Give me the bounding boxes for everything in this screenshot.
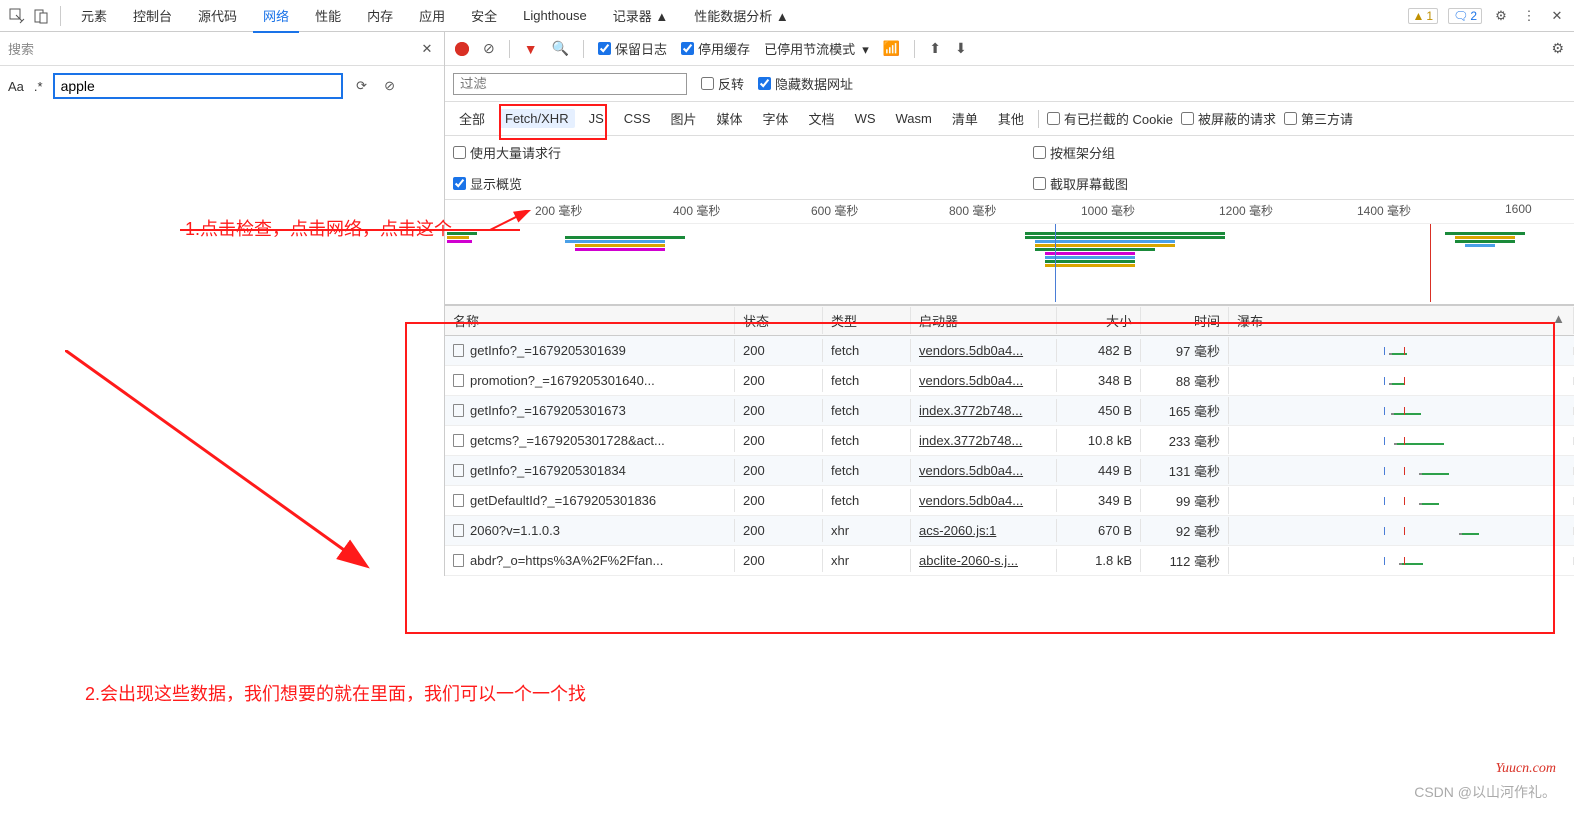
more-icon[interactable]: ⋮ bbox=[1520, 7, 1538, 25]
type-media[interactable]: 媒体 bbox=[711, 107, 749, 130]
capture-screenshots-checkbox[interactable]: 截取屏幕截图 bbox=[1033, 174, 1128, 193]
table-row[interactable]: abdr?_o=https%3A%2F%2Ffan...200xhrabclit… bbox=[445, 546, 1574, 576]
tab-application[interactable]: 应用 bbox=[409, 0, 455, 31]
network-panel: ⊘ ▼ 🔍 保留日志 停用缓存 已停用节流模式 ▾ 📶 ⬆ ⬇ ⚙ 反转 隐藏数… bbox=[445, 32, 1574, 576]
throttle-select[interactable]: 已停用节流模式 ▾ bbox=[764, 39, 869, 58]
close-icon[interactable]: ✕ bbox=[1548, 7, 1566, 25]
file-icon bbox=[453, 434, 464, 447]
import-icon[interactable]: ⬆ bbox=[929, 40, 941, 57]
settings-icon[interactable]: ⚙ bbox=[1492, 7, 1510, 25]
type-all[interactable]: 全部 bbox=[453, 107, 491, 130]
refresh-search-icon[interactable]: ⟳ bbox=[353, 77, 371, 95]
col-type[interactable]: 类型 bbox=[823, 307, 911, 334]
clear-icon[interactable]: ⊘ bbox=[483, 40, 495, 57]
watermark-yuucn: Yuucn.com bbox=[1495, 761, 1556, 777]
type-wasm[interactable]: Wasm bbox=[890, 109, 938, 128]
clear-search-icon[interactable]: ⊘ bbox=[381, 77, 399, 95]
col-size[interactable]: 大小 bbox=[1057, 307, 1141, 334]
search-icon[interactable]: 🔍 bbox=[552, 40, 569, 57]
table-header: 名称 状态 类型 启动器 大小 时间 瀑布 ▲ bbox=[445, 306, 1574, 336]
blocked-cookies-checkbox[interactable]: 有已拦截的 Cookie bbox=[1047, 109, 1173, 128]
third-party-checkbox[interactable]: 第三方请 bbox=[1284, 109, 1353, 128]
record-button[interactable] bbox=[455, 42, 469, 56]
table-row[interactable]: getInfo?_=1679205301639200fetchvendors.5… bbox=[445, 336, 1574, 366]
type-doc[interactable]: 文档 bbox=[803, 107, 841, 130]
file-icon bbox=[453, 374, 464, 387]
close-search-icon[interactable]: ✕ bbox=[418, 40, 436, 58]
search-panel: 搜索 ✕ Aa .* ⟳ ⊘ bbox=[0, 32, 445, 576]
network-settings-icon[interactable]: ⚙ bbox=[1551, 40, 1564, 57]
type-manifest[interactable]: 清单 bbox=[946, 107, 984, 130]
file-icon bbox=[453, 494, 464, 507]
col-time[interactable]: 时间 bbox=[1141, 307, 1229, 334]
search-input[interactable] bbox=[53, 73, 343, 99]
search-placeholder[interactable]: 搜索 bbox=[8, 39, 410, 58]
tab-elements[interactable]: 元素 bbox=[71, 0, 117, 31]
show-overview-checkbox[interactable]: 显示概览 bbox=[453, 174, 973, 193]
col-initiator[interactable]: 启动器 bbox=[911, 307, 1057, 334]
timeline-bars bbox=[445, 228, 1574, 298]
tab-lighthouse[interactable]: Lighthouse bbox=[513, 2, 597, 29]
export-icon[interactable]: ⬇ bbox=[955, 40, 967, 57]
table-row[interactable]: promotion?_=1679205301640...200fetchvend… bbox=[445, 366, 1574, 396]
type-ws[interactable]: WS bbox=[849, 109, 882, 128]
annotation-text-2: 2.会出现这些数据，我们想要的就在里面，我们可以一个一个找 bbox=[85, 680, 586, 706]
tab-recorder[interactable]: 记录器 ▲ bbox=[603, 0, 678, 31]
table-row[interactable]: 2060?v=1.1.0.3200xhracs-2060.js:1670 B92… bbox=[445, 516, 1574, 546]
warnings-badge[interactable]: ▲ 1 bbox=[1408, 8, 1439, 24]
large-rows-checkbox[interactable]: 使用大量请求行 bbox=[453, 143, 973, 162]
col-waterfall[interactable]: 瀑布 ▲ bbox=[1229, 307, 1574, 334]
invert-checkbox[interactable]: 反转 bbox=[701, 74, 744, 93]
type-fetch-xhr[interactable]: Fetch/XHR bbox=[499, 109, 575, 128]
type-img[interactable]: 图片 bbox=[665, 107, 703, 130]
devtools-top-tabs: 元素 控制台 源代码 网络 性能 内存 应用 安全 Lighthouse 记录器… bbox=[0, 0, 1574, 32]
hide-data-urls-checkbox[interactable]: 隐藏数据网址 bbox=[758, 74, 853, 93]
tab-network[interactable]: 网络 bbox=[253, 0, 299, 33]
type-font[interactable]: 字体 bbox=[757, 107, 795, 130]
tab-performance[interactable]: 性能 bbox=[305, 0, 351, 31]
type-css[interactable]: CSS bbox=[618, 109, 657, 128]
table-row[interactable]: getInfo?_=1679205301834200fetchvendors.5… bbox=[445, 456, 1574, 486]
inspect-icon[interactable] bbox=[8, 7, 26, 25]
disable-cache-checkbox[interactable]: 停用缓存 bbox=[681, 39, 750, 58]
table-row[interactable]: getcms?_=1679205301728&act...200fetchind… bbox=[445, 426, 1574, 456]
requests-table: 名称 状态 类型 启动器 大小 时间 瀑布 ▲ getInfo?_=167920… bbox=[445, 305, 1574, 576]
regex-toggle[interactable]: .* bbox=[34, 79, 43, 94]
tab-security[interactable]: 安全 bbox=[461, 0, 507, 31]
tab-perf-insights[interactable]: 性能数据分析 ▲ bbox=[684, 0, 798, 31]
type-js[interactable]: JS bbox=[583, 109, 610, 128]
type-other[interactable]: 其他 bbox=[992, 107, 1030, 130]
tab-console[interactable]: 控制台 bbox=[123, 0, 182, 31]
filter-icon[interactable]: ▼ bbox=[524, 41, 538, 57]
group-by-frame-checkbox[interactable]: 按框架分组 bbox=[1033, 143, 1115, 162]
separator bbox=[60, 6, 61, 26]
match-case-toggle[interactable]: Aa bbox=[8, 79, 24, 94]
top-right-controls: ▲ 1 🗨 2 ⚙ ⋮ ✕ bbox=[1408, 7, 1567, 25]
col-status[interactable]: 状态 bbox=[735, 307, 823, 334]
messages-badge[interactable]: 🗨 2 bbox=[1448, 8, 1482, 24]
filter-input[interactable] bbox=[453, 73, 687, 95]
file-icon bbox=[453, 554, 464, 567]
table-row[interactable]: getDefaultId?_=1679205301836200fetchvend… bbox=[445, 486, 1574, 516]
file-icon bbox=[453, 524, 464, 537]
blocked-requests-checkbox[interactable]: 被屏蔽的请求 bbox=[1181, 109, 1276, 128]
file-icon bbox=[453, 464, 464, 477]
file-icon bbox=[453, 404, 464, 417]
file-icon bbox=[453, 344, 464, 357]
col-name[interactable]: 名称 bbox=[445, 307, 735, 334]
tab-memory[interactable]: 内存 bbox=[357, 0, 403, 31]
overview-timeline[interactable]: 200 毫秒 400 毫秒 600 毫秒 800 毫秒 1000 毫秒 1200… bbox=[445, 200, 1574, 305]
wifi-icon[interactable]: 📶 bbox=[883, 40, 900, 57]
table-row[interactable]: getInfo?_=1679205301673200fetchindex.377… bbox=[445, 396, 1574, 426]
watermark-csdn: CSDN @以山河作礼。 bbox=[1414, 782, 1556, 802]
tab-sources[interactable]: 源代码 bbox=[188, 0, 247, 31]
device-toggle-icon[interactable] bbox=[32, 7, 50, 25]
preserve-log-checkbox[interactable]: 保留日志 bbox=[598, 39, 667, 58]
